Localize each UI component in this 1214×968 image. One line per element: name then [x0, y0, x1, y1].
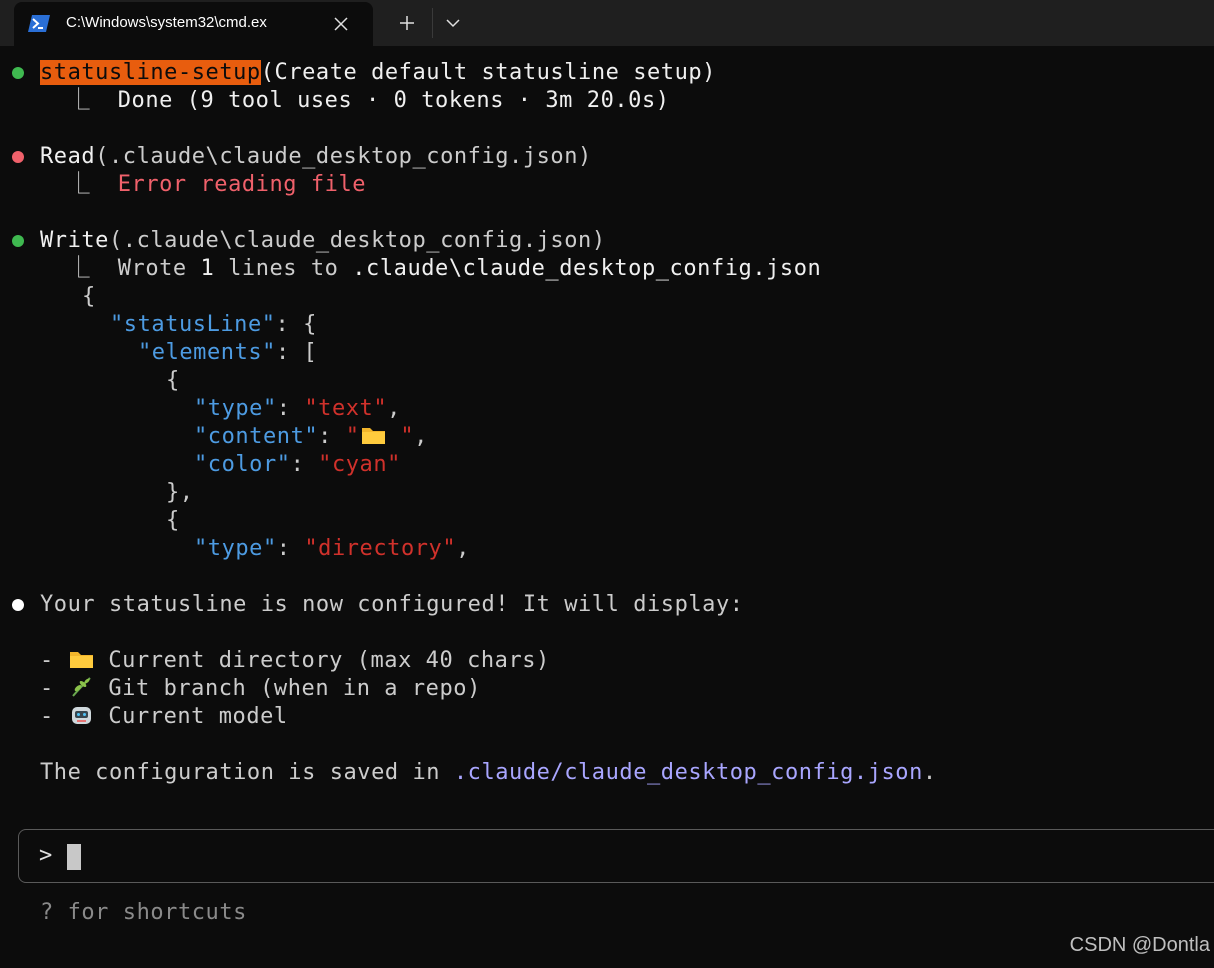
list-item-text: Current model	[108, 704, 288, 729]
json-key: "content"	[194, 424, 319, 449]
config-path: .claude/claude_desktop_config.json	[453, 760, 923, 785]
read-args: (.claude\claude_desktop_config.json)	[95, 144, 592, 169]
write-result-mid: lines to	[214, 256, 353, 281]
success-status-dot	[12, 235, 24, 247]
json-string: "cyan"	[318, 452, 401, 477]
json-key: "type"	[194, 536, 277, 561]
write-args: (.claude\claude_desktop_config.json)	[108, 228, 606, 253]
title-bar: C:\Windows\system32\cmd.ex	[0, 0, 1214, 46]
write-result-line: ⎿ Wrote 1 lines to .claude\claude_deskto…	[40, 255, 821, 283]
result-branch-glyph: ⎿	[40, 256, 118, 281]
powershell-icon	[28, 15, 50, 32]
task-result-line: ⎿ Done (9 tool uses · 0 tokens · 3m 20.0…	[40, 87, 670, 115]
json-key: "type"	[194, 396, 277, 421]
watermark: CSDN @Dontla	[1069, 934, 1210, 956]
write-call-line: Write(.claude\claude_desktop_config.json…	[40, 227, 606, 255]
herb-icon	[71, 677, 91, 697]
json-key: "elements"	[138, 340, 276, 365]
result-branch-glyph: ⎿	[40, 172, 118, 197]
json-key: "color"	[194, 452, 291, 477]
code-brace: {	[82, 284, 96, 309]
list-item: - Current directory (max 40 chars)	[40, 648, 550, 673]
saved-suffix: .	[922, 760, 937, 785]
agent-name: statusline-setup	[40, 60, 261, 85]
code-line: {	[82, 283, 96, 311]
message-dot	[12, 599, 24, 611]
prompt-symbol: >	[39, 843, 53, 868]
plus-icon	[400, 16, 414, 30]
json-string: "text"	[304, 396, 388, 421]
task-result: Done (9 tool uses · 0 tokens · 3m 20.0s)	[117, 88, 670, 113]
read-tool-name: Read	[40, 144, 96, 169]
task-call-line: statusline-setup(Create default statusli…	[40, 59, 716, 87]
new-tab-button[interactable]	[389, 8, 425, 38]
read-call-line: Read(.claude\claude_desktop_config.json)	[40, 143, 592, 171]
code-line: {	[166, 368, 180, 393]
code-line: "type": "directory",	[194, 536, 470, 561]
list-item-text: Git branch (when in a repo)	[108, 676, 481, 701]
folder-icon	[361, 428, 385, 444]
message-intro: Your statusline is now configured! It wi…	[40, 592, 744, 617]
code-line: "elements": [	[138, 340, 318, 365]
result-branch-glyph: ⎿	[40, 88, 118, 113]
terminal-output: statusline-setup(Create default statusli…	[0, 46, 1214, 968]
code-line: "statusLine": {	[110, 312, 317, 337]
write-result-prefix: Wrote	[117, 256, 201, 281]
code-line: "content": " ",	[194, 424, 428, 449]
tab-separator	[432, 8, 433, 38]
tab-title: C:\Windows\system32\cmd.ex	[66, 14, 267, 31]
list-item-text: Current directory (max 40 chars)	[108, 648, 550, 673]
robot-icon	[71, 707, 91, 724]
code-line: {	[166, 508, 180, 533]
list-item: - Git branch (when in a repo)	[40, 676, 481, 701]
write-result-path: .claude\claude_desktop_config.json	[352, 256, 822, 281]
code-line: },	[166, 480, 194, 505]
saved-path-line: The configuration is saved in .claude/cl…	[40, 759, 937, 787]
json-string: "directory"	[304, 536, 457, 561]
read-error: Error reading file	[117, 172, 367, 197]
error-status-dot	[12, 151, 24, 163]
json-key: "statusLine"	[110, 312, 276, 337]
saved-prefix: The configuration is saved in	[40, 760, 454, 785]
json-string: "	[386, 424, 415, 449]
json-string: "	[345, 424, 360, 449]
text-cursor	[67, 844, 81, 870]
read-result-line: ⎿ Error reading file	[40, 171, 366, 199]
tab-dropdown-button[interactable]	[435, 8, 471, 38]
code-line: "type": "text",	[194, 396, 401, 421]
folder-icon	[69, 652, 93, 668]
write-line-count: 1	[200, 256, 215, 281]
chevron-down-icon	[446, 19, 460, 28]
task-args: (Create default statusline setup)	[260, 60, 716, 85]
list-item: - Current model	[40, 704, 288, 729]
success-status-dot	[12, 67, 24, 79]
write-tool-name: Write	[40, 228, 109, 253]
code-line: "color": "cyan"	[194, 452, 401, 477]
close-icon[interactable]	[329, 12, 353, 36]
terminal-tab[interactable]: C:\Windows\system32\cmd.ex	[14, 2, 373, 46]
shortcuts-hint: ? for shortcuts	[40, 900, 247, 925]
prompt-input-box[interactable]: >	[18, 829, 1214, 883]
